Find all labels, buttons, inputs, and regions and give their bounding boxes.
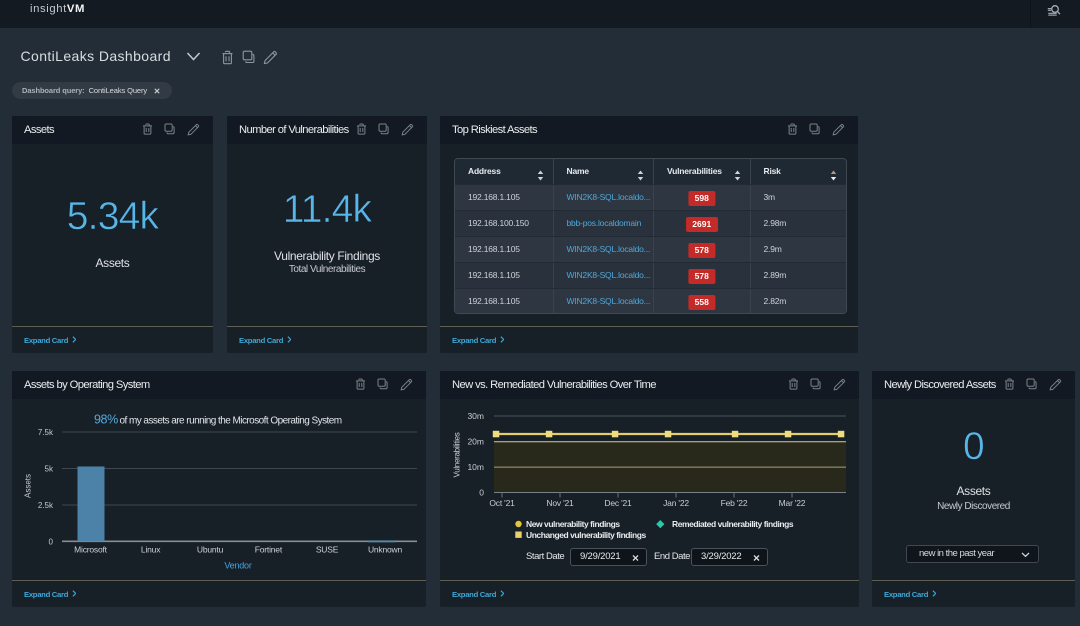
svg-text:Dec '21: Dec '21 <box>604 498 632 508</box>
svg-text:10m: 10m <box>467 462 484 472</box>
svg-text:SUSE: SUSE <box>316 545 339 555</box>
svg-text:Microsoft: Microsoft <box>74 545 108 555</box>
svg-text:Vendor: Vendor <box>224 561 252 571</box>
svg-text:Unchanged vulnerability findin: Unchanged vulnerability findings <box>526 530 646 540</box>
svg-text:Feb '22: Feb '22 <box>721 498 748 508</box>
svg-text:Vulnerabilities: Vulnerabilities <box>453 432 462 477</box>
svg-text:Remediated vulnerability findi: Remediated vulnerability findings <box>672 519 794 529</box>
svg-text:Jan '22: Jan '22 <box>663 498 689 508</box>
svg-text:New vulnerability findings: New vulnerability findings <box>526 519 620 529</box>
svg-text:Nov '21: Nov '21 <box>546 498 574 508</box>
svg-text:Ubuntu: Ubuntu <box>197 545 224 555</box>
svg-text:2.5k: 2.5k <box>38 501 54 510</box>
svg-text:Fortinet: Fortinet <box>255 545 283 555</box>
svg-text:Oct '21: Oct '21 <box>489 498 515 508</box>
svg-text:of my assets are running the M: of my assets are running the Microsoft O… <box>120 416 342 427</box>
svg-text:7.5k: 7.5k <box>38 428 54 437</box>
svg-text:Mar '22: Mar '22 <box>779 498 806 508</box>
svg-text:98%: 98% <box>94 413 118 427</box>
svg-text:Linux: Linux <box>141 545 161 555</box>
svg-text:Unknown: Unknown <box>368 545 403 555</box>
svg-text:Assets: Assets <box>24 474 33 498</box>
svg-text:30m: 30m <box>467 411 484 421</box>
svg-text:5k: 5k <box>45 465 54 474</box>
svg-text:0: 0 <box>479 488 484 498</box>
svg-text:0: 0 <box>49 538 54 547</box>
svg-text:20m: 20m <box>467 437 484 447</box>
